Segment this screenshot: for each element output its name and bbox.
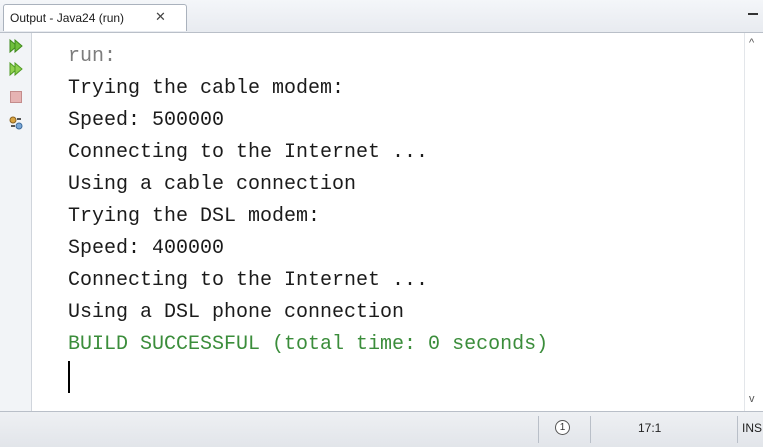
scroll-down-icon[interactable]: v <box>749 393 755 405</box>
minimize-icon[interactable] <box>747 7 759 19</box>
output-toolbar <box>0 33 32 411</box>
close-icon[interactable]: ✕ <box>155 9 166 25</box>
status-bar: 1 17:1 INS <box>0 411 763 447</box>
insert-mode[interactable]: INS <box>742 421 762 435</box>
scroll-up-icon[interactable]: ^ <box>749 37 754 49</box>
output-line: Trying the DSL modem: <box>68 205 321 228</box>
notification-icon[interactable]: 1 <box>555 420 570 435</box>
output-line: Speed: 500000 <box>68 109 225 132</box>
status-divider <box>590 416 591 443</box>
status-divider <box>538 416 539 443</box>
output-line: Using a cable connection <box>68 173 357 196</box>
settings-icon[interactable] <box>8 115 24 131</box>
output-line: Connecting to the Internet ... <box>68 141 429 164</box>
status-divider <box>737 416 738 443</box>
output-line: Connecting to the Internet ... <box>68 269 429 292</box>
rerun-with-options-icon[interactable] <box>8 61 24 77</box>
tab-title: Output - Java24 (run) <box>10 11 125 25</box>
output-line: Speed: 400000 <box>68 237 225 260</box>
output-line: Using a DSL phone connection <box>68 301 405 324</box>
vertical-scrollbar[interactable]: ^ v <box>744 33 763 411</box>
output-line: Trying the cable modem: <box>68 77 345 100</box>
text-caret <box>68 361 70 393</box>
stop-icon[interactable] <box>8 89 24 105</box>
output-console[interactable]: run: Trying the cable modem: Speed: 5000… <box>32 33 744 411</box>
output-window: Output - Java24 (run) ✕ run: Trying the <box>0 0 763 447</box>
tab-bar: Output - Java24 (run) ✕ <box>0 0 763 33</box>
tab-output-java24[interactable]: Output - Java24 (run) ✕ <box>3 4 187 31</box>
cursor-position: 17:1 <box>638 421 662 435</box>
build-status-line: BUILD SUCCESSFUL (total time: 0 seconds) <box>68 333 549 356</box>
output-line: run: <box>68 45 117 68</box>
rerun-icon[interactable] <box>8 38 24 54</box>
